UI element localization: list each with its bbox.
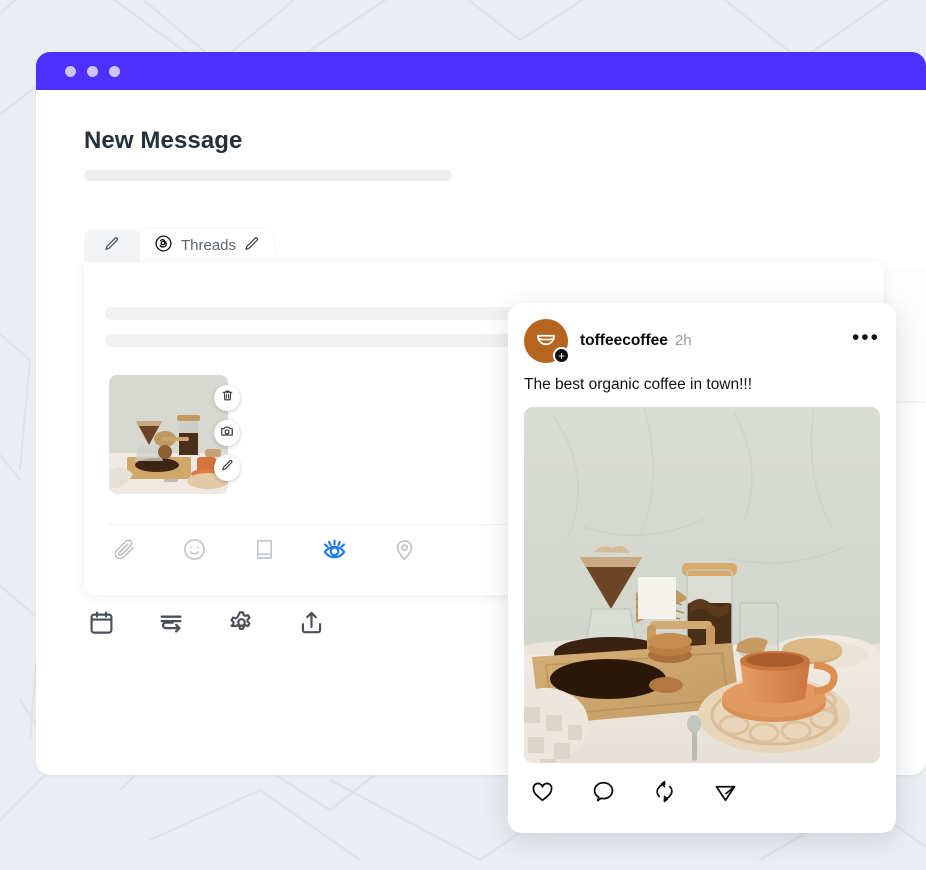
pencil-icon[interactable] (244, 236, 260, 256)
coffee-photo (524, 407, 880, 764)
schedule-button[interactable] (84, 608, 118, 642)
queue-arrow-icon (157, 609, 185, 642)
pencil-icon (104, 236, 120, 256)
avatar-wrapper: + (524, 319, 570, 364)
post-username[interactable]: toffeecoffee (580, 332, 668, 350)
add-account-badge[interactable]: + (553, 347, 570, 364)
eye-icon (321, 536, 348, 568)
attach-file-button[interactable] (109, 537, 139, 567)
action-bar (84, 608, 328, 642)
post-image[interactable] (524, 407, 880, 764)
post-header: + toffeecoffee 2h ••• (524, 319, 880, 364)
media-thumbnail[interactable] (109, 375, 228, 494)
tab-strip: Threads (84, 229, 275, 262)
replace-media-button[interactable] (214, 420, 240, 446)
window-dot-close[interactable] (65, 65, 76, 77)
saved-replies-button[interactable] (249, 537, 279, 567)
preview-button[interactable] (319, 537, 349, 567)
page-title: New Message (84, 127, 243, 154)
tab-compose[interactable] (84, 229, 140, 262)
coffee-photo-thumbnail (109, 375, 228, 494)
media-thumbnail-wrapper (109, 375, 240, 494)
threads-logo-icon (154, 234, 173, 257)
location-button[interactable] (389, 537, 419, 567)
calendar-icon (88, 609, 115, 641)
repost-icon (652, 779, 677, 809)
tab-threads-label: Threads (181, 237, 237, 254)
smiley-icon (182, 537, 207, 567)
repost-button[interactable] (650, 780, 678, 808)
gear-icon (228, 609, 255, 641)
window-titlebar (36, 52, 926, 90)
trash-icon (221, 389, 234, 407)
upload-icon (298, 609, 325, 641)
post-caption: The best organic coffee in town!!! (524, 376, 753, 393)
window-dot-minimize[interactable] (87, 65, 98, 77)
publish-button[interactable] (294, 608, 328, 642)
tab-threads[interactable]: Threads (140, 229, 275, 262)
location-pin-icon (392, 537, 417, 567)
camera-icon (220, 424, 234, 443)
emoji-button[interactable] (179, 537, 209, 567)
heart-icon (530, 779, 555, 809)
post-more-options-button[interactable]: ••• (852, 327, 880, 349)
send-icon (713, 779, 738, 809)
share-button[interactable] (711, 780, 739, 808)
post-timestamp: 2h (674, 332, 692, 349)
edit-media-button[interactable] (214, 455, 240, 481)
subtitle-placeholder (84, 170, 452, 181)
comment-bubble-icon (591, 779, 616, 809)
window-dot-maximize[interactable] (109, 65, 120, 77)
like-button[interactable] (528, 780, 556, 808)
post-user-info: toffeecoffee 2h (580, 332, 852, 350)
post-preview-card: + toffeecoffee 2h ••• The best organic c… (508, 303, 896, 833)
pencil-icon (221, 459, 234, 477)
post-actions (524, 780, 880, 808)
book-icon (253, 538, 276, 566)
queue-button[interactable] (154, 608, 188, 642)
settings-button[interactable] (224, 608, 258, 642)
delete-media-button[interactable] (214, 385, 240, 411)
comment-button[interactable] (589, 780, 617, 808)
paperclip-icon (112, 537, 137, 567)
